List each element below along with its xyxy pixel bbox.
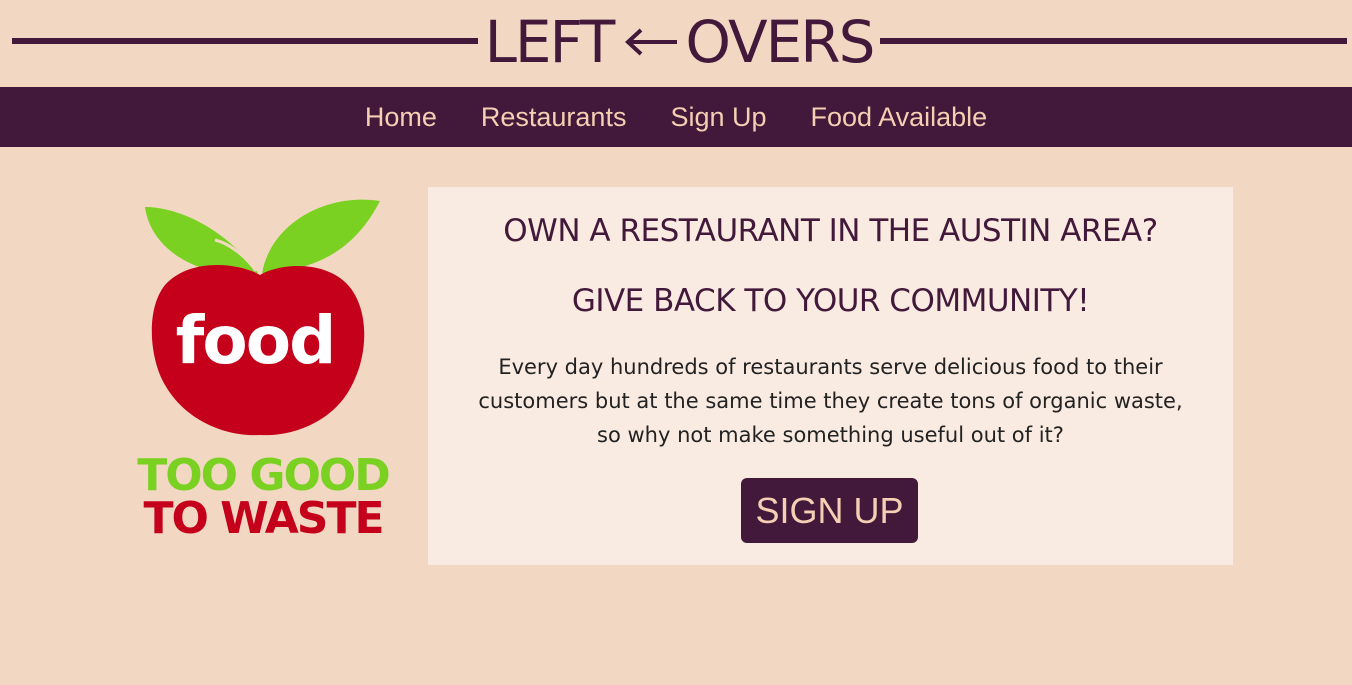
- card-heading-austin: OWN A RESTAURANT IN THE AUSTIN AREA?: [503, 213, 1158, 249]
- left-leaf-shape: [145, 207, 258, 274]
- right-leaf-shape: [262, 199, 380, 273]
- site-header: LEFT OVERS: [0, 0, 1352, 87]
- nav-item-sign-up[interactable]: Sign Up: [670, 102, 766, 133]
- nav-item-restaurants[interactable]: Restaurants: [481, 102, 627, 133]
- site-logo[interactable]: LEFT OVERS: [478, 6, 880, 78]
- card-description-line: Every day hundreds of restaurants serve …: [498, 355, 1163, 379]
- sign-up-button[interactable]: SIGN UP: [741, 478, 918, 543]
- card-description-line: so why not make something useful out of …: [597, 423, 1064, 447]
- logo-line2: TO WASTE: [143, 493, 382, 544]
- card-description: Every day hundreds of restaurants serve …: [428, 350, 1233, 452]
- nav-item-food-available[interactable]: Food Available: [811, 102, 988, 133]
- brand-right-text: OVERS: [685, 8, 875, 76]
- left-arrow-icon: [625, 28, 678, 56]
- card-description-line: customers but at the same time they crea…: [478, 389, 1183, 413]
- restaurant-signup-card: OWN A RESTAURANT IN THE AUSTIN AREA? GIV…: [428, 187, 1233, 565]
- card-heading-community: GIVE BACK TO YOUR COMMUNITY!: [571, 283, 1090, 319]
- nav-item-home[interactable]: Home: [365, 102, 437, 133]
- brand-left-text: LEFT: [484, 8, 616, 76]
- header-rule-right: [880, 38, 1347, 44]
- main-nav: Home Restaurants Sign Up Food Available: [0, 87, 1352, 147]
- too-good-to-waste-logo: food TOO GOOD TO WASTE: [137, 199, 391, 544]
- header-rule-left: [12, 38, 478, 44]
- logo-food-word: food: [176, 302, 335, 379]
